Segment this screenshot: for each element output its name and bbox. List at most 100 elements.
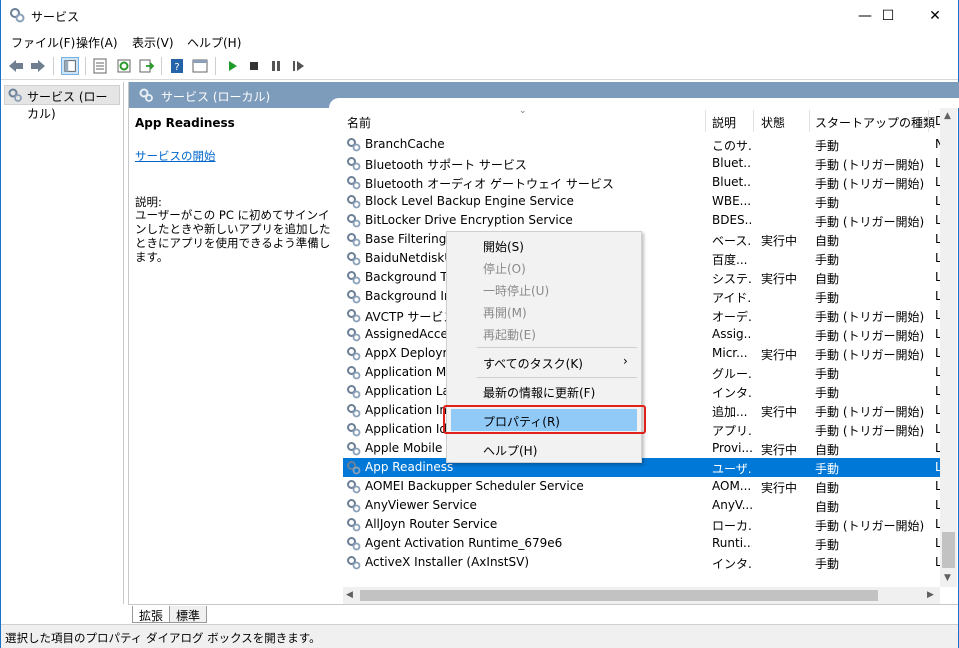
row-cell-status: 実行中 [761, 348, 798, 362]
properties-highlight-box [443, 405, 646, 434]
table-row[interactable]: BitLocker Drive Encryption Service BDES..… [343, 211, 940, 230]
column-header-name[interactable]: 名前 [347, 108, 371, 135]
column-separator[interactable] [928, 110, 929, 132]
table-row[interactable]: BranchCacheこのサ...手動N [343, 135, 940, 154]
row-cell-desc: AOM... [712, 479, 752, 493]
refresh-icon[interactable] [115, 57, 133, 75]
row-cell-startup: 自動 [815, 272, 840, 286]
row-cell-desc: Micr... [712, 346, 748, 360]
column-header-status[interactable]: 状態 [761, 108, 785, 135]
start-service-link[interactable]: サービスの開始 [135, 148, 216, 164]
row-cell-desc: ローカ... [712, 519, 752, 533]
row-cell-desc: Runti... [712, 536, 752, 550]
row-cell-name: Bluetooth サポート サービス [365, 158, 527, 172]
horizontal-scrollbar[interactable]: ◀ ▶ [343, 587, 940, 604]
service-gear-icon [347, 461, 361, 475]
tree-item-services-local[interactable]: サービス (ローカル) [4, 85, 120, 121]
close-button[interactable]: ✕ [912, 0, 958, 31]
tab-extended[interactable]: 拡張 [132, 606, 171, 623]
table-row[interactable]: Bluetooth サポート サービス Bluet... 手動 (トリガー開始) L [343, 154, 940, 173]
table-row[interactable]: ActiveX Installer (AxInstSV)インタ...手動L [343, 553, 940, 572]
row-cell-startup: 自動 [815, 481, 840, 495]
row-cell-status: 実行中 [761, 272, 798, 286]
table-row[interactable]: AnyViewer Service AnyV... 自動 L [343, 496, 940, 515]
service-gear-icon [347, 252, 361, 266]
show-hide-tree-icon[interactable] [61, 57, 79, 75]
menu-help[interactable]: ヘルプ(H) [187, 34, 241, 51]
row-cell-desc: ユーザ... [712, 462, 752, 476]
service-gear-icon [347, 499, 361, 513]
description-text: ユーザーがこの PC に初めてサインインしたときや新しいアプリを追加したときにア… [135, 208, 331, 264]
pause-icon[interactable] [267, 57, 285, 75]
table-row[interactable]: AllJoyn Router Serviceローカ...手動 (トリガー開始)L [343, 515, 940, 534]
service-gear-icon [347, 157, 361, 171]
help-icon[interactable]: ? [168, 57, 186, 75]
table-row[interactable]: AOMEI Backupper Scheduler Service AOM... 実… [343, 477, 940, 496]
column-header-description[interactable]: 説明 [712, 108, 736, 135]
scroll-up-icon[interactable]: ▲ [944, 111, 951, 121]
table-row[interactable]: Bluetooth オーディオ ゲートウェイ サービス Bluet... 手動 (ト… [343, 173, 940, 192]
services-gear-icon [8, 88, 22, 102]
vertical-scroll-thumb[interactable] [942, 532, 955, 568]
properties-icon[interactable] [91, 57, 109, 75]
tab-standard[interactable]: 標準 [169, 606, 208, 623]
service-gear-icon [347, 518, 361, 532]
row-cell-desc: BDES... [712, 213, 752, 227]
menu-item-restart: 再起動(E) [483, 328, 536, 342]
play-icon[interactable] [223, 57, 241, 75]
row-cell-startup: 手動 [815, 367, 840, 381]
scroll-right-icon[interactable]: ▶ [927, 590, 934, 600]
menu-item-all-tasks[interactable]: すべてのタスク(K) › [447, 351, 641, 373]
row-cell-desc: インタ... [712, 386, 752, 400]
row-cell-desc: アプリ... [712, 424, 752, 438]
stop-icon[interactable] [245, 57, 263, 75]
menu-action[interactable]: 操作(A) [76, 34, 118, 51]
scroll-down-icon[interactable]: ▼ [944, 573, 951, 583]
row-cell-desc: Bluet... [712, 156, 752, 170]
back-icon[interactable] [7, 57, 25, 75]
menu-file[interactable]: ファイル(F) [11, 34, 75, 51]
menu-bar: ファイル(F) 操作(A) 表示(V) ヘルプ(H) [1, 31, 958, 52]
service-gear-icon [347, 480, 361, 494]
row-cell-startup: 手動 [815, 462, 840, 476]
menu-item-start[interactable]: 開始(S) [447, 234, 641, 256]
table-row[interactable]: Block Level Backup Engine Service WBE... 手… [343, 192, 940, 211]
menu-item-help[interactable]: ヘルプ(H) [447, 438, 641, 460]
row-cell-desc: 追加... [712, 405, 748, 419]
console-icon[interactable] [191, 57, 209, 75]
row-cell-desc: グルー... [712, 367, 752, 381]
toolbar-separator [85, 57, 86, 75]
pane-header: サービス (ローカル) [129, 82, 959, 108]
column-header-startup[interactable]: スタートアップの種類 [815, 108, 935, 135]
restart-icon[interactable] [289, 57, 307, 75]
menu-view[interactable]: 表示(V) [132, 34, 174, 51]
row-cell-startup: 手動 (トリガー開始) [815, 177, 925, 191]
maximize-button[interactable]: ☐ [865, 0, 911, 31]
row-cell-desc: オーデ... [712, 310, 752, 324]
toolbar-separator [215, 57, 216, 75]
row-cell-startup: 手動 (トリガー開始) [815, 424, 925, 438]
service-gear-icon [347, 290, 361, 304]
service-gear-icon [347, 556, 361, 570]
horizontal-scroll-thumb[interactable] [360, 590, 878, 601]
row-cell-startup: 手動 [815, 538, 840, 552]
menu-item-refresh[interactable]: 最新の情報に更新(F) [447, 380, 641, 402]
forward-icon[interactable] [29, 57, 47, 75]
column-separator[interactable] [809, 110, 810, 132]
table-row[interactable]: Agent Activation Runtime_679e6 Runti... 手動… [343, 534, 940, 553]
vertical-scrollbar[interactable]: ▲ ▼ [940, 108, 957, 587]
service-gear-icon [347, 271, 361, 285]
submenu-arrow-icon: › [623, 354, 628, 368]
export-icon[interactable] [137, 57, 155, 75]
service-gear-icon [347, 537, 361, 551]
row-cell-startup: 手動 [815, 139, 840, 153]
row-cell-startup: 自動 [815, 443, 840, 457]
row-cell-startup: 手動 [815, 386, 840, 400]
menu-item-pause: 一時停止(U) [483, 284, 550, 298]
menu-separator [477, 377, 637, 378]
scroll-left-icon[interactable]: ◀ [346, 590, 353, 600]
column-separator[interactable] [753, 110, 754, 132]
column-separator[interactable] [705, 110, 706, 132]
tree-pane: サービス (ローカル) [1, 82, 124, 604]
service-gear-icon [347, 423, 361, 437]
